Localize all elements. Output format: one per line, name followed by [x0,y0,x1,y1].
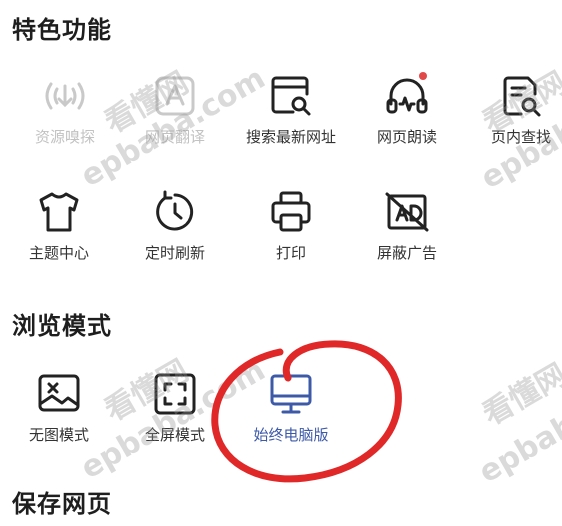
feature-print[interactable]: 打印 [236,188,346,263]
feature-search-latest-url[interactable]: 搜索最新网址 [236,72,346,147]
find-in-page-icon [497,72,545,120]
notification-dot [419,72,427,80]
ad-block-icon [383,188,431,236]
feature-label: 网页翻译 [144,128,205,146]
headphones-icon [383,72,431,120]
feature-block-ads[interactable]: 屏蔽广告 [352,188,462,263]
feature-timed-refresh[interactable]: 定时刷新 [120,188,230,263]
mode-always-desktop[interactable]: 始终电脑版 [236,370,346,445]
feature-theme-center[interactable]: 主题中心 [4,188,114,263]
feature-label: 页内查找 [490,128,551,146]
feature-label: 定时刷新 [144,244,205,262]
mode-label: 始终电脑版 [253,426,329,444]
desktop-icon [267,370,315,418]
feature-label: 资源嗅探 [34,128,95,146]
watermark-text: epbaba.com [473,356,562,491]
timer-refresh-icon [151,188,199,236]
section-title-save-page: 保存网页 [12,490,112,518]
mode-label: 无图模式 [28,426,89,444]
feature-label: 打印 [275,244,306,262]
tshirt-icon [35,188,83,236]
mode-no-image[interactable]: 无图模式 [4,370,114,445]
no-image-icon [35,370,83,418]
translate-icon [151,72,199,120]
sniff-icon [41,72,89,120]
search-url-icon [267,72,315,120]
feature-label: 主题中心 [28,244,89,262]
fullscreen-icon [151,370,199,418]
feature-label: 网页朗读 [376,128,437,146]
feature-web-translate[interactable]: 网页翻译 [120,72,230,147]
watermark-text: 看懂网 [477,357,562,433]
printer-icon [267,188,315,236]
section-title-features: 特色功能 [12,16,112,44]
mode-label: 全屏模式 [144,426,205,444]
feature-resource-sniff[interactable]: 资源嗅探 [10,72,120,147]
feature-label: 搜索最新网址 [245,128,336,146]
mode-fullscreen[interactable]: 全屏模式 [120,370,230,445]
feature-read-aloud[interactable]: 网页朗读 [352,72,462,147]
feature-find-in-page[interactable]: 页内查找 [466,72,562,147]
section-title-browse-mode: 浏览模式 [12,312,112,340]
feature-label: 屏蔽广告 [376,244,437,262]
